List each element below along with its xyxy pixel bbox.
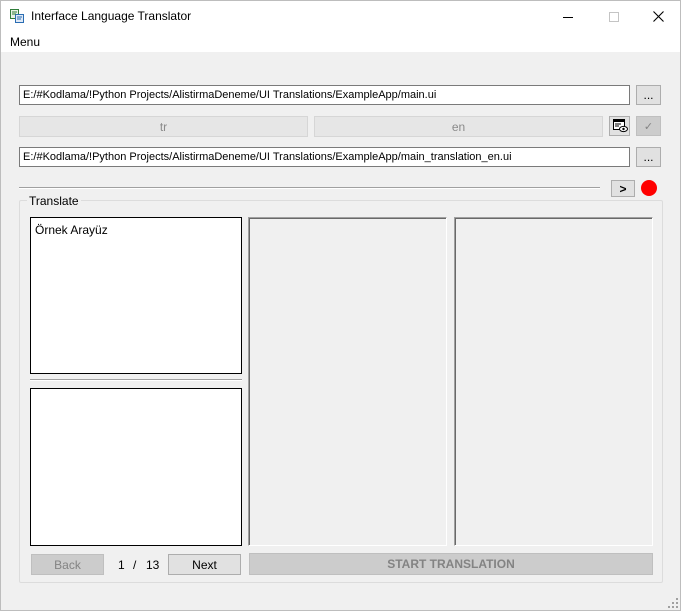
source-path-input[interactable]: E:/#Kodlama/!Python Projects/AlistirmaDe… — [19, 85, 630, 105]
output-path-input[interactable]: E:/#Kodlama/!Python Projects/AlistirmaDe… — [19, 147, 630, 167]
splitter-handle[interactable] — [30, 379, 242, 381]
source-browse-button[interactable]: ... — [636, 85, 661, 105]
page-current: 1 — [118, 558, 125, 572]
target-language-button[interactable]: en — [314, 116, 603, 137]
source-text: Örnek Arayüz — [35, 223, 108, 237]
app-icon — [9, 8, 25, 24]
window-title: Interface Language Translator — [31, 9, 192, 23]
minimize-icon — [563, 16, 573, 18]
translation-panel-2[interactable] — [454, 217, 653, 546]
resize-grip-icon[interactable] — [667, 597, 679, 609]
close-icon — [652, 11, 664, 22]
output-browse-button[interactable]: ... — [636, 147, 661, 167]
status-indicator — [641, 180, 657, 196]
main-window: Interface Language Translator Menu E:/#K… — [0, 0, 681, 611]
menu-bar: Menu — [1, 32, 680, 52]
maximize-icon — [609, 11, 619, 22]
menu-item[interactable]: Menu — [10, 35, 40, 49]
next-button[interactable]: Next — [168, 554, 241, 575]
window-eye-icon — [612, 119, 628, 133]
page-separator: / — [133, 558, 137, 572]
page-total: 13 — [146, 558, 160, 572]
source-text-box[interactable]: Örnek Arayüz — [30, 217, 242, 374]
back-button[interactable]: Back — [31, 554, 104, 575]
confirm-language-button[interactable]: ✓ — [636, 116, 661, 136]
translate-group-title: Translate — [27, 194, 81, 208]
preview-window-button[interactable] — [609, 116, 630, 136]
source-language-button[interactable]: tr — [19, 116, 308, 137]
title-bar: Interface Language Translator — [1, 1, 680, 32]
maximize-button[interactable] — [591, 1, 637, 32]
separator-line — [19, 187, 600, 189]
start-translation-button[interactable]: START TRANSLATION — [249, 553, 653, 575]
minimize-button[interactable] — [545, 1, 591, 32]
context-text-box[interactable] — [30, 388, 242, 546]
close-button[interactable] — [635, 1, 681, 32]
run-button[interactable]: > — [611, 180, 635, 197]
translation-panel-1[interactable] — [248, 217, 447, 546]
